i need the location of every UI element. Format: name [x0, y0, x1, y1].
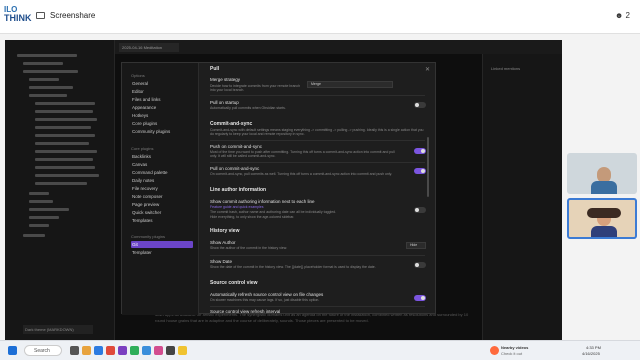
clock-time[interactable]: 4:33 PM	[586, 345, 601, 350]
windows-start-icon[interactable]	[8, 346, 17, 355]
sidebar-item-templates[interactable]: Templates	[131, 217, 193, 224]
sidebar-item-editor[interactable]: Editor	[131, 88, 193, 95]
sidebar-item-page-preview[interactable]: Page preview	[131, 201, 193, 208]
sidebar-item-daily-notes[interactable]: Daily notes	[131, 177, 193, 184]
tab-note[interactable]: 2025-04-16 Meditation	[119, 43, 179, 52]
show-author-desc: Show the author of the commit in the his…	[210, 246, 288, 250]
obsidian-icon[interactable]	[118, 346, 127, 355]
auto-refresh-desc: On slower machines this may cause lags. …	[210, 298, 320, 302]
page-title: Screenshare	[50, 11, 96, 20]
section-commit-and-sync: Commit-and-sync	[210, 121, 253, 127]
line-author-toggle[interactable]	[414, 207, 426, 213]
show-date-toggle[interactable]	[414, 262, 426, 268]
app-icon-blue[interactable]	[142, 346, 151, 355]
pull-on-startup-label: Pull on startup	[210, 100, 239, 105]
show-date-desc: Show the date of the commit in the histo…	[210, 265, 376, 269]
sidebar-item-git[interactable]: Git	[131, 241, 193, 248]
clock-date[interactable]: 4/16/2025	[582, 351, 600, 356]
nearby-videos-icon[interactable]	[490, 346, 499, 355]
sidebar-item-hotkeys[interactable]: Hotkeys	[131, 112, 193, 119]
community-plugins-header: Community plugins	[131, 234, 166, 239]
section-line-author: Line author information	[210, 187, 267, 193]
app-icon-dark[interactable]	[166, 346, 175, 355]
app-icon-green[interactable]	[130, 346, 139, 355]
settings-modal: Options General Editor Files and links A…	[121, 62, 436, 315]
settings-scrollbar[interactable]	[427, 137, 429, 197]
options-header: Options	[131, 73, 145, 78]
nearby-videos-sub: Check it out	[501, 351, 523, 356]
settings-sidebar: Options General Editor Files and links A…	[122, 63, 199, 315]
sidebar-item-community-plugins[interactable]: Community plugins	[131, 128, 193, 135]
app-header: ILO THINK Screenshare ☻ 2	[0, 0, 640, 34]
app-icon-pink[interactable]	[154, 346, 163, 355]
task-view-icon[interactable]	[70, 346, 79, 355]
edge-icon[interactable]	[94, 346, 103, 355]
section-pull: Pull	[210, 66, 220, 72]
line-author-desc-2: Hide everything, to only show the age-co…	[210, 215, 295, 219]
nearby-videos-title[interactable]: Nearby videos	[501, 345, 528, 350]
right-sidebar: Linked mentions	[482, 54, 562, 340]
sidebar-item-note-composer[interactable]: Note composer	[131, 193, 193, 200]
participants-button[interactable]: ☻ 2	[615, 11, 630, 20]
participant-video-1[interactable]	[567, 153, 637, 194]
pull-on-startup-desc: Automatically pull commits when Obsidian…	[210, 106, 286, 110]
show-author-select[interactable]: Hide	[406, 242, 426, 249]
pull-on-startup-toggle[interactable]	[414, 102, 426, 108]
file-explorer[interactable]: Dark theme (MARKDOWN)	[5, 40, 115, 340]
merge-strategy-select[interactable]: Merge	[307, 81, 393, 88]
section-source-control: Source control view	[210, 280, 258, 286]
show-date-label: Show Date	[210, 259, 233, 264]
line-author-guide-link[interactable]: Feature guide and quick examples	[210, 205, 400, 209]
section-history-view: History view	[210, 228, 240, 234]
sidebar-item-canvas[interactable]: Canvas	[131, 161, 193, 168]
sidebar-item-command-palette[interactable]: Command palette	[131, 169, 193, 176]
auto-refresh-label: Automatically refresh source control vie…	[210, 292, 324, 297]
line-author-desc: The commit hash, author name and authori…	[210, 210, 337, 214]
sidebar-item-templater[interactable]: Templater	[131, 249, 193, 256]
pull-on-cas-desc: On commit-and-sync, pull commits as well…	[210, 172, 393, 176]
sidebar-item-quick-switcher[interactable]: Quick switcher	[131, 209, 193, 216]
pull-on-cas-label: Pull on commit-and-sync	[210, 166, 260, 171]
sidebar-item-general[interactable]: General	[131, 80, 193, 87]
chrome-icon[interactable]	[106, 346, 115, 355]
commit-and-sync-desc: Commit-and-sync with default settings me…	[210, 128, 424, 136]
sidebar-item-appearance[interactable]: Appearance	[131, 104, 193, 111]
screenshare-icon	[36, 12, 45, 19]
pull-on-cas-toggle[interactable]	[414, 168, 426, 174]
tab-bar: 2025-04-16 Meditation	[115, 40, 562, 54]
app-logo: ILO THINK	[4, 5, 32, 23]
push-on-cas-toggle[interactable]	[414, 148, 426, 154]
refresh-interval-label: Source control view refresh interval	[210, 309, 281, 314]
sidebar-item-core-plugins[interactable]: Core plugins	[131, 120, 193, 127]
participant-count: 2	[625, 11, 630, 20]
auto-refresh-toggle[interactable]	[414, 295, 426, 301]
taskbar: Search Nearby videos Check it out 4:33 P…	[0, 340, 640, 360]
push-on-cas-desc: Most of the time you want to push after …	[210, 150, 395, 158]
sidebar-item-file-recovery[interactable]: File recovery	[131, 185, 193, 192]
right-panel-title: Linked mentions	[491, 66, 521, 71]
taskbar-search[interactable]: Search	[24, 345, 62, 356]
sidebar-item-files[interactable]: Files and links	[131, 96, 193, 103]
sidebar-item-backlinks[interactable]: Backlinks	[131, 153, 193, 160]
status-bar: Dark theme (MARKDOWN)	[23, 325, 93, 334]
file-explorer-icon[interactable]	[82, 346, 91, 355]
line-author-label: Show commit authoring information next t…	[210, 199, 315, 204]
push-on-cas-label: Push on commit-and-sync	[210, 144, 263, 149]
show-author-label: Show Author	[210, 240, 236, 245]
settings-content: Pull Merge strategy Decide how to integr…	[207, 63, 432, 315]
merge-strategy-desc: Decide how to integrate commits from you…	[210, 84, 301, 92]
people-icon: ☻	[614, 11, 624, 20]
core-plugins-header: Core plugins	[131, 146, 154, 151]
participant-video-2[interactable]	[567, 198, 637, 239]
merge-strategy-label: Merge strategy	[210, 77, 241, 82]
app-icon-yellow[interactable]	[178, 346, 187, 355]
